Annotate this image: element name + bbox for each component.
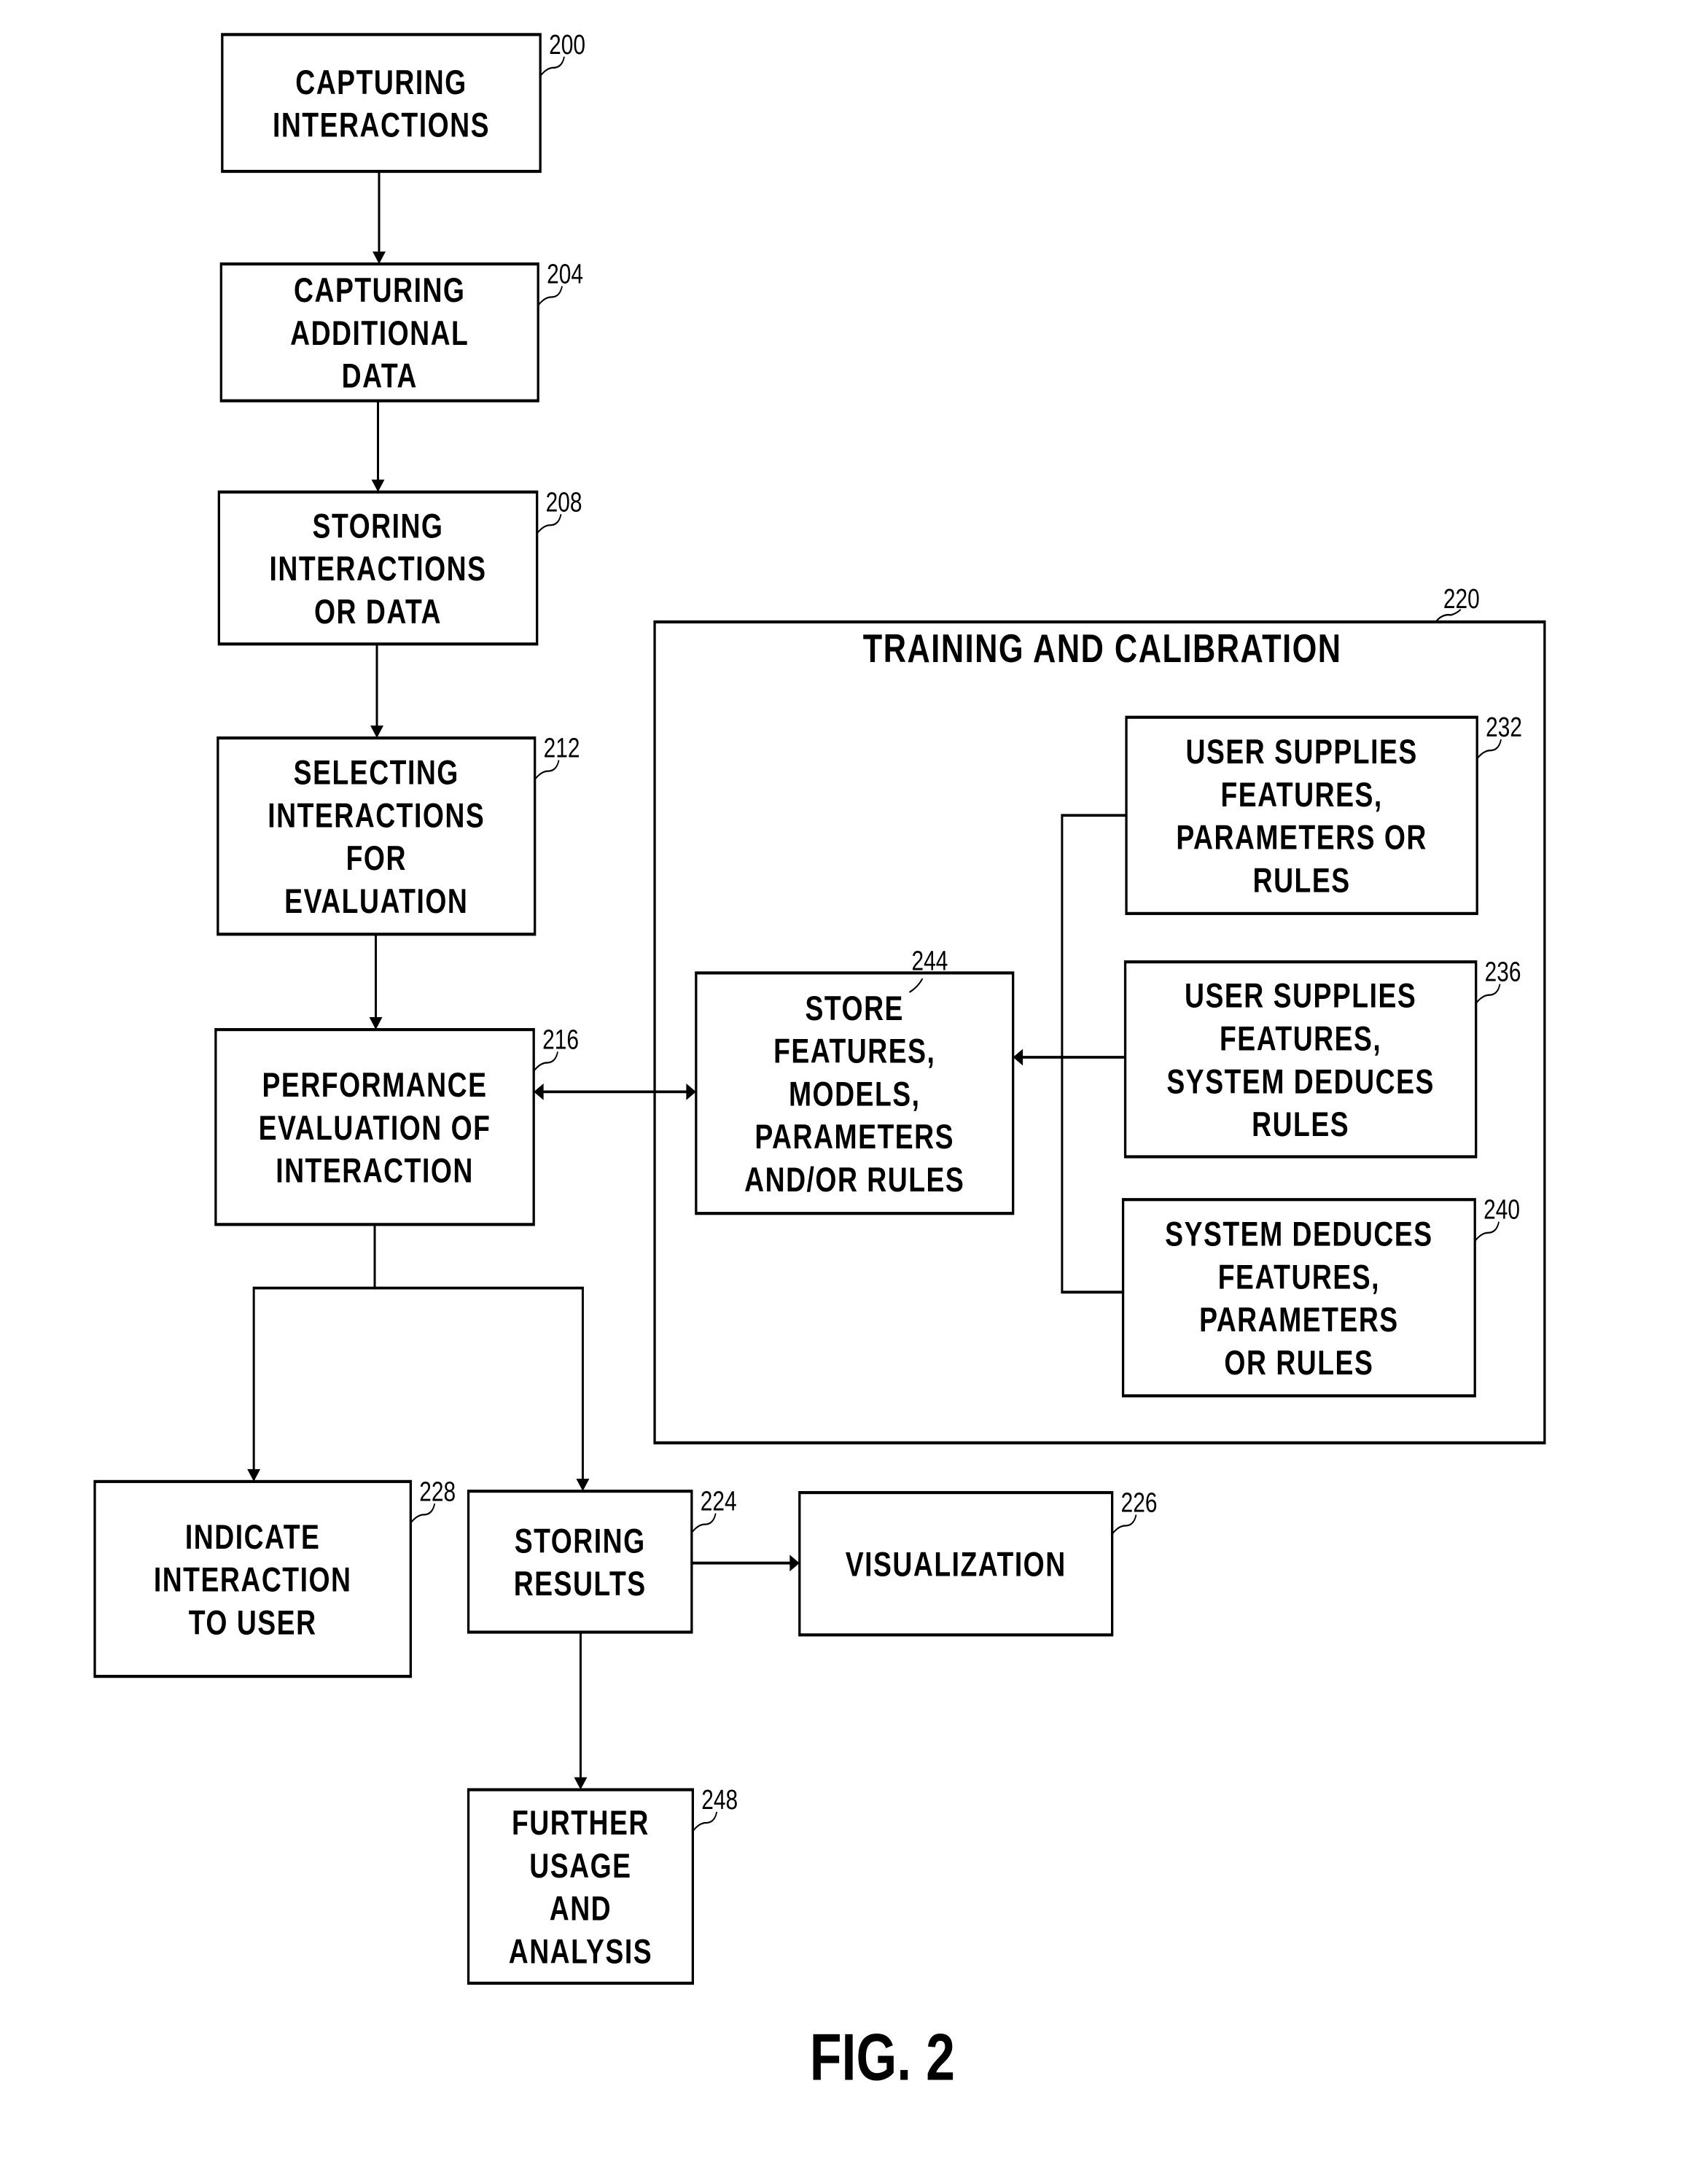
box-label-line: OR RULES [1224,1344,1373,1382]
arrowhead [686,1084,696,1100]
ref-numeral: 208 [546,487,582,518]
box-label-line: USER SUPPLIES [1185,733,1417,771]
ref-220: 220 [1443,584,1480,615]
process-box-224: STORING RESULTS 224 [467,1486,737,1634]
ref-numeral: 204 [547,259,583,289]
arrowhead [369,1017,383,1030]
box-frame [221,33,542,174]
process-box-244: STORE FEATURES, MODELS, PARAMETERS AND/OR RU… [695,946,1015,1215]
box-label-line: INTERACTION [276,1151,474,1190]
box-label-line: INTERACTIONS [268,796,485,835]
arrowhead [574,1777,588,1790]
arrowhead [373,251,386,265]
box-label-line: CAPTURING [295,63,467,102]
box-label-line: STORING [515,1522,646,1560]
box-label-line: SYSTEM DEDUCES [1166,1062,1434,1101]
bus-training-sources [1061,814,1127,1294]
arrowhead [534,1084,544,1100]
ref-numeral: 244 [912,946,948,976]
ref-numeral: 200 [549,30,585,61]
process-box-208: STORING INTERACTIONS OR DATA 208 [217,487,582,646]
box-label-line: FEATURES, [773,1032,935,1070]
box-label-line: TO USER [189,1603,317,1642]
box-label-line: FEATURES, [1220,1019,1381,1058]
box-label-line: FOR [346,839,407,878]
box-label-line: AND/OR RULES [744,1161,964,1199]
box-label-line: PARAMETERS [754,1118,954,1156]
box-label-line: DATA [342,357,418,395]
box-label-line: FEATURES, [1218,1258,1380,1296]
ref-numeral: 248 [701,1785,738,1816]
box-label-line: RULES [1252,1105,1349,1144]
box-label-line: INTERACTIONS [269,550,486,588]
box-label-line: ADDITIONAL [290,314,469,353]
ref-numeral: 236 [1485,957,1521,987]
box-label-line: USAGE [529,1847,631,1886]
box-label-line: INDICATE [185,1518,321,1557]
arrowhead [789,1555,800,1572]
flowchart-diagram: TRAINING AND CALIBRATION 220 CAPTURINGIN… [93,30,1546,2095]
process-box-248: FURTHER USAGEAND ANALYSIS 248 [467,1785,738,1985]
ref-numeral: 226 [1121,1487,1158,1518]
box-frame [467,1490,693,1634]
box-label-line: RESULTS [514,1565,647,1603]
arrowhead [247,1468,261,1482]
ref-numeral: 228 [419,1477,456,1507]
box-label-line: STORE [806,989,904,1028]
process-box-212: SELECTING INTERACTIONS FOR EVALUATION 212 [217,733,580,936]
box-label-line: CAPTURING [294,271,465,310]
box-label-line: PARAMETERS OR [1176,819,1427,857]
box-label-line: AND [550,1889,612,1928]
box-label-line: EVALUATION [284,882,468,921]
ref-numeral: 224 [701,1486,737,1517]
ref-numeral: 232 [1486,712,1522,743]
arrowhead [371,479,385,492]
box-label-line: EVALUATION OF [259,1109,491,1148]
box-label-line: FEATURES, [1220,776,1382,814]
box-label-line: ANALYSIS [509,1932,652,1971]
ref-numeral: 212 [544,733,580,763]
process-box-200: CAPTURING INTERACTIONS 200 [221,30,585,174]
box-label-line: PERFORMANCE [262,1066,488,1105]
arrowhead [370,725,383,739]
process-box-204: CAPTURING ADDITIONAL DATA 204 [219,259,583,402]
figure-label: FIG. 2 [810,2021,955,2095]
box-label-line: SYSTEM DEDUCES [1165,1215,1432,1254]
ref-numeral: 216 [542,1024,579,1055]
process-box-236: USER SUPPLIESFEATURES, SYSTEM DEDUCES RULE… [1123,957,1521,1159]
arrow-216-224 [375,1286,584,1482]
process-boxes: CAPTURING INTERACTIONS 200 CAPTURING ADDITIO… [93,30,1522,1985]
arrowhead [576,1479,590,1492]
box-label-line: STORING [313,507,444,545]
container-title: TRAINING AND CALIBRATION [863,626,1342,671]
arrow-216-228 [252,1224,376,1472]
box-label-line: PARAMETERS [1199,1301,1399,1339]
process-box-228: INDICATEINTERACTION TO USER 228 [93,1477,456,1678]
box-label-line: VISUALIZATION [846,1546,1066,1584]
process-box-240: SYSTEM DEDUCES FEATURES, PARAMETERS OR RULE… [1121,1194,1520,1398]
process-box-232: USER SUPPLIES FEATURES, PARAMETERS OR RULES… [1125,712,1522,915]
box-label-line: INTERACTION [154,1560,352,1599]
box-label-line: SELECTING [294,753,459,792]
box-label-line: OR DATA [314,593,442,631]
ref-numeral: 240 [1483,1194,1520,1225]
box-label-line: RULES [1253,861,1351,900]
arrowhead [1013,1049,1023,1066]
process-box-216: PERFORMANCE EVALUATION OFINTERACTION 216 [214,1024,579,1226]
process-box-226: VISUALIZATION 226 [798,1487,1158,1637]
box-label-line: USER SUPPLIES [1185,977,1416,1016]
box-label-line: MODELS, [789,1075,921,1113]
box-label-line: FURTHER [512,1804,650,1843]
box-label-line: INTERACTIONS [273,106,490,144]
